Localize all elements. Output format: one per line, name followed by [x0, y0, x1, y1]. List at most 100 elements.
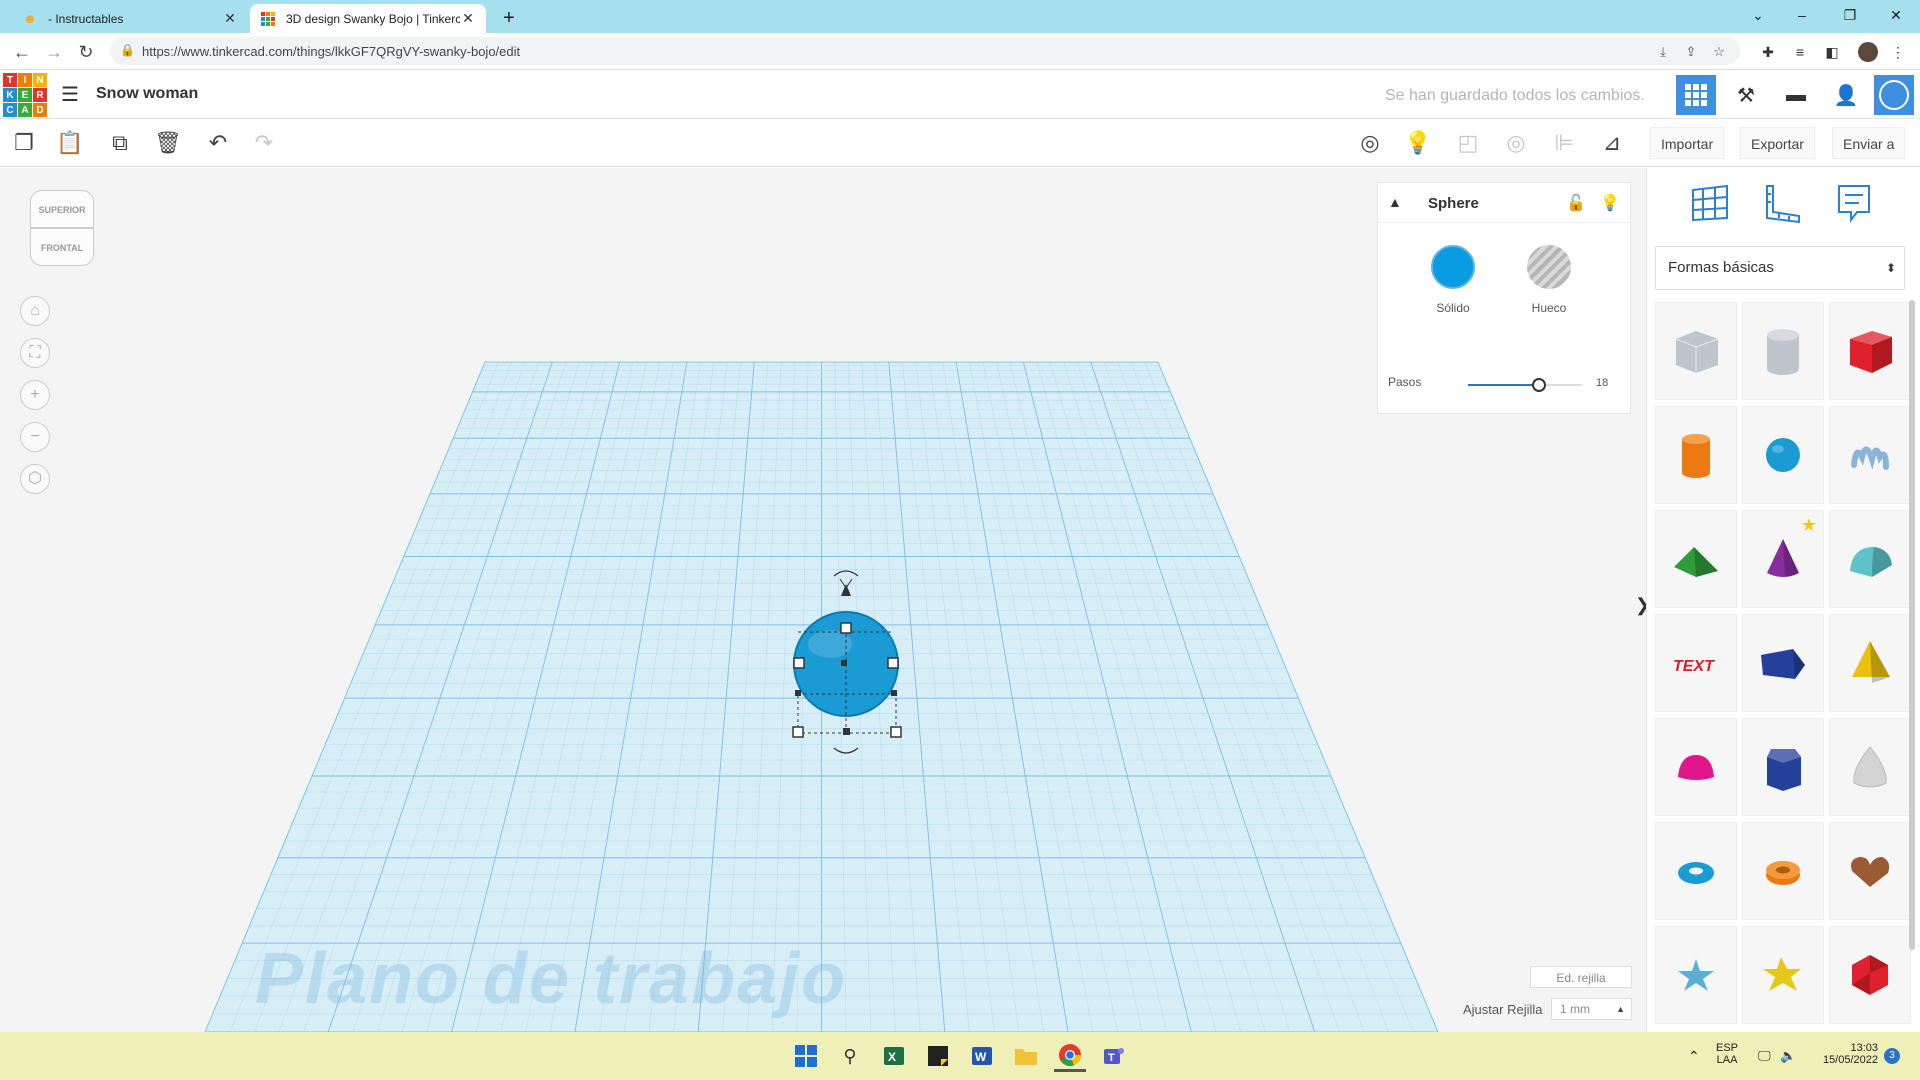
sticky-notes-icon[interactable]: [922, 1040, 954, 1072]
shape-tile-roof[interactable]: [1655, 510, 1737, 608]
shape-tile-polygon[interactable]: [1742, 718, 1824, 816]
shape-tile-box-hole[interactable]: [1655, 302, 1737, 400]
add-user-icon[interactable]: 👤: [1826, 75, 1866, 115]
steps-slider-track[interactable]: [1468, 384, 1539, 386]
shape-tile-tube[interactable]: [1742, 822, 1824, 920]
excel-icon[interactable]: X: [878, 1040, 910, 1072]
window-close-icon[interactable]: ✕: [1874, 0, 1918, 30]
edit-grid-button[interactable]: Ed. rejilla: [1530, 966, 1632, 988]
tray-overflow-icon[interactable]: ⌃: [1688, 1048, 1700, 1065]
hole-swatch[interactable]: [1527, 245, 1571, 289]
tab-instructables[interactable]: ☻ - Instructables ✕: [12, 4, 248, 33]
paste-icon[interactable]: 📋: [56, 129, 84, 157]
install-app-icon[interactable]: ⤓: [1654, 43, 1672, 61]
shape-category-select[interactable]: Formas básicas ⬍: [1655, 246, 1905, 290]
mirror-icon[interactable]: ⊿: [1598, 129, 1626, 157]
input-language[interactable]: ESP LAA: [1716, 1042, 1738, 1066]
tab-tinkercad[interactable]: 3D design Swanky Bojo | Tinkerc ✕: [250, 4, 486, 33]
trash-icon[interactable]: 🗑: [154, 129, 182, 157]
clock[interactable]: 13:03 15/05/2022: [1812, 1042, 1878, 1066]
notes-bubble-icon[interactable]: [1833, 182, 1875, 224]
shape-tile-torus[interactable]: [1655, 822, 1737, 920]
3d-workspace[interactable]: Plano de trabajo SUPERIOR FRONTAL ⌂ ⛶ + …: [0, 168, 1920, 1032]
shape-tile-icosahedron[interactable]: [1829, 926, 1911, 1024]
zoom-out-icon[interactable]: −: [20, 422, 50, 452]
fit-view-icon[interactable]: ⛶: [20, 338, 50, 368]
browser-menu-icon[interactable]: ⋮: [1888, 42, 1908, 62]
notes-icon[interactable]: ◎: [1356, 129, 1384, 157]
shape-tile-paraboloid[interactable]: [1829, 718, 1911, 816]
shape-tile-scribble[interactable]: [1829, 406, 1911, 504]
shape-tile-sphere[interactable]: [1742, 406, 1824, 504]
view-cube-front[interactable]: FRONTAL: [30, 228, 94, 266]
lock-icon[interactable]: 🔓: [1566, 193, 1586, 213]
restore-icon[interactable]: ❐: [1828, 0, 1872, 30]
shape-tile-round-roof[interactable]: [1829, 510, 1911, 608]
import-button[interactable]: Importar: [1650, 127, 1725, 159]
volume-icon[interactable]: 🔈: [1780, 1048, 1796, 1064]
collapse-arrow-icon[interactable]: ▲: [1388, 194, 1402, 210]
shape-tile-half-sphere[interactable]: [1655, 718, 1737, 816]
group-icon[interactable]: ◰: [1454, 129, 1482, 157]
duplicate-icon[interactable]: ⧉: [106, 129, 134, 157]
copy-icon[interactable]: ❐: [10, 129, 38, 157]
perspective-icon[interactable]: ⬡: [20, 464, 50, 494]
ruler-icon[interactable]: [1761, 182, 1803, 224]
side-panel-icon[interactable]: ◧: [1822, 42, 1842, 62]
shape-tile-cylinder-hole[interactable]: [1742, 302, 1824, 400]
3d-view-grid-icon[interactable]: [1676, 75, 1716, 115]
share-icon[interactable]: ⇪: [1682, 43, 1700, 61]
close-icon[interactable]: ✕: [222, 10, 238, 27]
tinkercad-logo[interactable]: TIN KER CAD: [3, 73, 47, 117]
user-avatar[interactable]: [1874, 75, 1914, 115]
search-icon[interactable]: ⚲: [834, 1040, 866, 1072]
view-cube[interactable]: SUPERIOR FRONTAL: [30, 190, 96, 268]
bookmark-star-icon[interactable]: ☆: [1710, 43, 1728, 61]
shape-tile-heart[interactable]: [1829, 822, 1911, 920]
export-button[interactable]: Exportar: [1740, 127, 1815, 159]
extensions-puzzle-icon[interactable]: ✚: [1758, 42, 1778, 62]
send-to-button[interactable]: Enviar a: [1832, 127, 1906, 159]
reading-list-icon[interactable]: ≡: [1790, 42, 1810, 62]
url-field[interactable]: 🔒 https://www.tinkercad.com/things/lkkGF…: [110, 37, 1740, 65]
shape-tile-box[interactable]: [1829, 302, 1911, 400]
view-cube-top[interactable]: SUPERIOR: [30, 190, 94, 228]
ungroup-icon[interactable]: ◎: [1502, 129, 1530, 157]
windows-start-icon[interactable]: [790, 1040, 822, 1072]
home-view-icon[interactable]: ⌂: [20, 296, 50, 326]
snap-grid-select[interactable]: 1 mm ▲: [1551, 998, 1632, 1020]
design-title[interactable]: Snow woman: [96, 85, 198, 103]
minimize-icon[interactable]: –: [1780, 0, 1824, 30]
solid-swatch[interactable]: [1431, 245, 1475, 289]
show-all-icon[interactable]: 💡: [1404, 129, 1432, 157]
teams-icon[interactable]: T: [1098, 1040, 1130, 1072]
codeblocks-pickaxe-icon[interactable]: ⚒: [1726, 75, 1766, 115]
lightbulb-icon[interactable]: 💡: [1600, 193, 1620, 213]
tab-search-icon[interactable]: ⌄: [1736, 0, 1780, 30]
profile-avatar[interactable]: [1858, 42, 1878, 62]
undo-icon[interactable]: ↶: [204, 129, 232, 157]
chrome-icon[interactable]: [1054, 1040, 1086, 1072]
design-list-icon[interactable]: ☰: [58, 83, 82, 107]
bricks-icon[interactable]: ▬: [1776, 75, 1816, 115]
shape-tile-cone[interactable]: ★: [1742, 510, 1824, 608]
shape-tile-wedge[interactable]: [1742, 614, 1824, 712]
network-icon[interactable]: 🖵: [1758, 1048, 1771, 1064]
forward-arrow-icon[interactable]: →: [40, 38, 68, 66]
steps-slider-knob[interactable]: [1531, 378, 1546, 392]
new-tab-button[interactable]: +: [496, 5, 522, 31]
back-arrow-icon[interactable]: ←: [8, 38, 36, 66]
shapes-scrollbar[interactable]: [1909, 300, 1915, 950]
word-icon[interactable]: W: [966, 1040, 998, 1072]
file-explorer-icon[interactable]: [1010, 1040, 1042, 1072]
shape-tile-star-yellow[interactable]: [1742, 926, 1824, 1024]
align-icon[interactable]: ⊫: [1550, 129, 1578, 157]
workplane-grid-icon[interactable]: [1689, 182, 1731, 224]
redo-icon[interactable]: ↷: [250, 129, 278, 157]
reload-icon[interactable]: ↻: [72, 38, 100, 66]
shape-tile-text[interactable]: TEXT: [1655, 614, 1737, 712]
shape-tile-cylinder[interactable]: [1655, 406, 1737, 504]
close-icon[interactable]: ✕: [460, 10, 476, 27]
shape-tile-pyramid[interactable]: [1829, 614, 1911, 712]
notification-badge[interactable]: 3: [1884, 1048, 1900, 1064]
